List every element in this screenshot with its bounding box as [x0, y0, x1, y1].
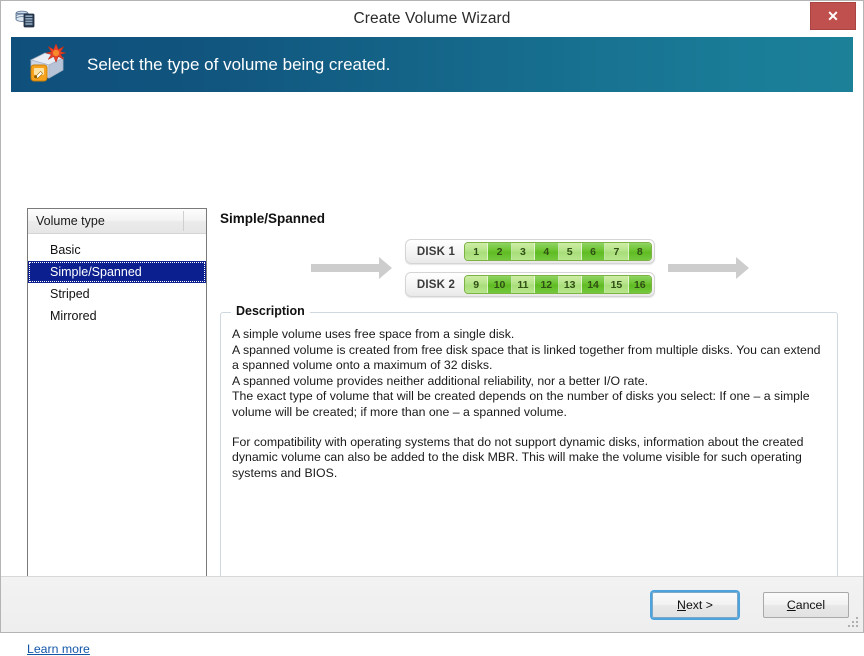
next-button-label: ext > — [686, 598, 713, 612]
disk-wizard-icon — [25, 44, 71, 86]
volume-type-items: Basic Simple/Spanned Striped Mirrored — [28, 234, 206, 327]
volume-type-list-header: Volume type — [28, 209, 206, 234]
disk-block: 1 — [465, 243, 488, 260]
column-divider[interactable] — [183, 211, 184, 231]
disk-block: 8 — [629, 243, 651, 260]
disk-2-label: DISK 2 — [408, 279, 464, 291]
description-line-3: A spanned volume provides neither additi… — [232, 374, 826, 390]
list-item-mirrored[interactable]: Mirrored — [28, 305, 206, 327]
banner-heading: Select the type of volume being created. — [87, 55, 390, 75]
description-text: A simple volume uses free space from a s… — [221, 313, 837, 481]
arrow-left-icon — [311, 264, 379, 272]
volume-type-column-header: Volume type — [28, 214, 105, 228]
description-paragraph-2: For compatibility with operating systems… — [232, 435, 826, 482]
description-line-1: A simple volume uses free space from a s… — [232, 327, 826, 343]
cancel-button-label: ancel — [796, 598, 825, 612]
disk-block: 12 — [535, 276, 558, 293]
disk-row-2: DISK 2 9 10 11 12 13 14 15 16 — [405, 272, 655, 297]
list-item-simple-spanned[interactable]: Simple/Spanned — [28, 261, 206, 283]
disk-block: 10 — [488, 276, 511, 293]
next-accel-key: N — [677, 598, 686, 612]
disk-block: 3 — [512, 243, 535, 260]
disk-block: 9 — [465, 276, 488, 293]
disk-stack-icon — [13, 7, 37, 31]
create-volume-wizard-window: Create Volume Wizard ✕ — [0, 0, 864, 633]
selected-type-heading: Simple/Spanned — [220, 211, 325, 226]
arrow-right-icon — [668, 264, 736, 272]
disk-block: 5 — [559, 243, 582, 260]
wizard-banner: Select the type of volume being created. — [11, 37, 853, 92]
dialog-footer: Next > Cancel — [1, 576, 863, 632]
volume-type-list[interactable]: Volume type Basic Simple/Spanned Striped… — [27, 208, 207, 623]
close-icon: ✕ — [827, 8, 839, 25]
description-line-2: A spanned volume is created from free di… — [232, 343, 826, 374]
list-item-striped[interactable]: Striped — [28, 283, 206, 305]
disk-2-blocks: 9 10 11 12 13 14 15 16 — [464, 275, 652, 294]
description-line-4: The exact type of volume that will be cr… — [232, 389, 826, 420]
disk-block: 14 — [582, 276, 605, 293]
resize-grip[interactable] — [847, 617, 859, 629]
next-button[interactable]: Next > — [652, 592, 738, 618]
disk-1-label: DISK 1 — [408, 246, 464, 258]
cancel-button[interactable]: Cancel — [763, 592, 849, 618]
wizard-body: Volume type Basic Simple/Spanned Striped… — [1, 92, 863, 576]
cancel-accel-key: C — [787, 598, 796, 612]
list-item-basic[interactable]: Basic — [28, 239, 206, 261]
disk-block: 16 — [629, 276, 651, 293]
volume-layout-diagram: DISK 1 1 2 3 4 5 6 7 8 DISK 2 9 10 11 — [220, 237, 838, 299]
disk-1-blocks: 1 2 3 4 5 6 7 8 — [464, 242, 652, 261]
disk-block: 6 — [582, 243, 605, 260]
window-title: Create Volume Wizard — [1, 10, 863, 28]
disk-block: 13 — [559, 276, 582, 293]
disk-row-1: DISK 1 1 2 3 4 5 6 7 8 — [405, 239, 655, 264]
description-legend: Description — [231, 304, 310, 318]
disk-block: 2 — [488, 243, 511, 260]
title-bar: Create Volume Wizard ✕ — [1, 1, 863, 37]
disk-block: 11 — [512, 276, 535, 293]
close-button[interactable]: ✕ — [810, 2, 856, 30]
disk-block: 15 — [605, 276, 628, 293]
disk-block: 4 — [535, 243, 558, 260]
disk-block: 7 — [605, 243, 628, 260]
learn-more-link[interactable]: Learn more — [27, 642, 90, 656]
